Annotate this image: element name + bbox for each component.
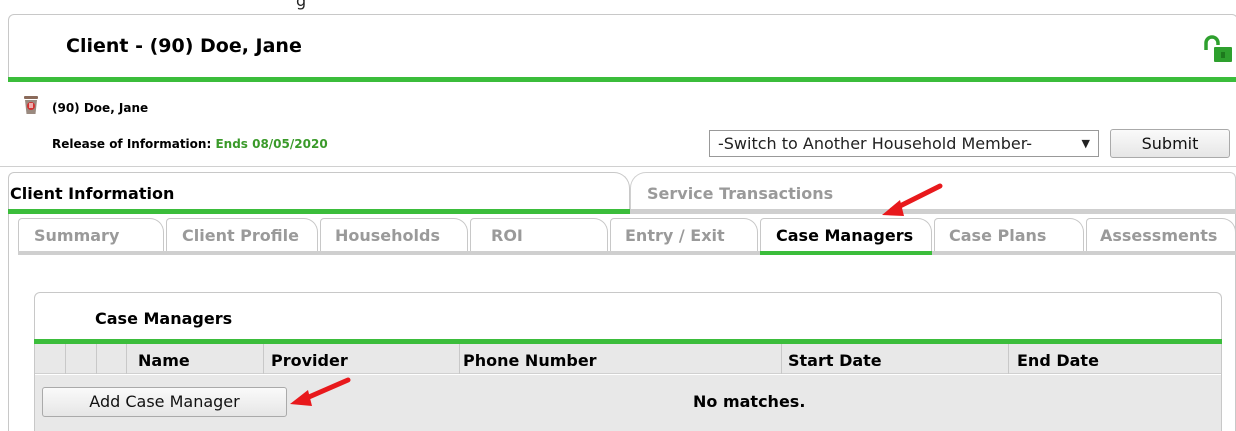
lock-open-icon[interactable] (1202, 34, 1236, 64)
column-separator (96, 344, 97, 374)
client-trash-icon[interactable] (20, 94, 42, 116)
subtab-case-plans[interactable]: Case Plans (934, 218, 1084, 254)
roi-value: Ends 08/05/2020 (215, 137, 328, 151)
roi-label: Release of Information: (52, 137, 212, 151)
red-arrow-icon (290, 377, 351, 406)
subtab-case-managers[interactable]: Case Managers (760, 218, 932, 254)
subtab-roi[interactable]: ROI (470, 218, 608, 254)
cutoff-text: g (296, 0, 307, 10)
column-header-provider[interactable]: Provider (271, 351, 348, 370)
subtab-bar (18, 251, 1236, 255)
column-header-name[interactable]: Name (138, 351, 190, 370)
column-separator (126, 344, 127, 374)
empty-message: No matches. (693, 392, 806, 411)
subtab-assessments[interactable]: Assessments (1086, 218, 1236, 254)
tab-client-information-label: Client Information (10, 184, 175, 203)
column-header-end-date[interactable]: End Date (1017, 351, 1099, 370)
column-header-start-date[interactable]: Start Date (788, 351, 882, 370)
subtab-entry-exit[interactable]: Entry / Exit (610, 218, 758, 254)
tab-service-transactions-label: Service Transactions (647, 184, 834, 203)
column-separator (263, 344, 264, 374)
subtab-households[interactable]: Households (320, 218, 468, 254)
dropdown-arrow-icon: ▼ (1081, 137, 1090, 150)
red-arrow-icon (882, 183, 943, 216)
roi-info: Release of Information: Ends 08/05/2020 (52, 137, 328, 151)
divider (0, 166, 1236, 167)
column-header-phone[interactable]: Phone Number (463, 351, 597, 370)
case-managers-title: Case Managers (95, 309, 233, 328)
subtab-client-profile[interactable]: Client Profile (166, 218, 318, 254)
page-title: Client - (90) Doe, Jane (66, 35, 302, 57)
client-name: (90) Doe, Jane (52, 101, 149, 115)
column-separator (65, 344, 66, 374)
subtab-summary[interactable]: Summary (18, 218, 164, 254)
submit-button[interactable]: Submit (1110, 129, 1230, 158)
household-member-select[interactable]: -Switch to Another Household Member- ▼ (709, 130, 1099, 157)
column-separator (1008, 344, 1009, 374)
household-select-value: -Switch to Another Household Member- (718, 134, 1033, 153)
column-separator (781, 344, 782, 374)
column-separator (459, 344, 460, 374)
add-case-manager-button[interactable]: Add Case Manager (42, 387, 287, 417)
header-accent-bar (8, 77, 1236, 82)
active-subtab-indicator (760, 251, 932, 255)
